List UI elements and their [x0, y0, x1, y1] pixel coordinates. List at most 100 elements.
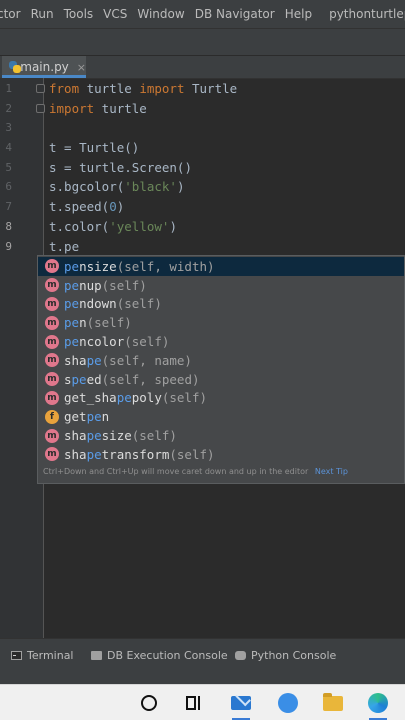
match-highlight: pe: [64, 334, 80, 350]
line-number: 3: [5, 121, 12, 134]
terminal-tab[interactable]: Terminal: [11, 649, 74, 662]
name-part: get: [64, 409, 87, 425]
completion-popup[interactable]: m pensize (self, width) m penup (self) m pendow…: [37, 255, 405, 484]
match-highlight: pe: [71, 371, 87, 387]
completion-item[interactable]: m pensize (self, width): [38, 257, 404, 276]
menu-run[interactable]: Run: [26, 7, 59, 21]
method-icon: m: [45, 278, 59, 293]
file-explorer-icon[interactable]: [319, 689, 347, 717]
match-highlight: pe: [64, 296, 80, 312]
code-token: 'yellow': [109, 219, 170, 234]
completion-name: shapetransform: [64, 447, 169, 462]
completion-signature: (self): [169, 446, 215, 462]
code-token: import: [49, 101, 95, 116]
menu-help[interactable]: Help: [280, 7, 317, 21]
completion-item[interactable]: m pencolor (self): [38, 332, 404, 351]
completion-name: shapesize: [64, 428, 132, 443]
code-line: from turtle import Turtle: [49, 79, 237, 98]
completion-item[interactable]: m shapetransform (self): [38, 445, 404, 464]
match-highlight: pe: [64, 258, 80, 274]
hint-text: Ctrl+Down and Ctrl+Up will move caret do…: [43, 467, 309, 476]
line-number: 8: [5, 220, 12, 233]
completion-signature: (self): [124, 334, 170, 350]
code-token: 'black': [124, 179, 177, 194]
method-icon: m: [45, 296, 59, 311]
mail-icon[interactable]: [227, 689, 255, 720]
match-highlight: pe: [86, 428, 102, 444]
completion-item[interactable]: m pendown (self): [38, 295, 404, 314]
edge-beta-icon[interactable]: [274, 689, 302, 717]
completion-signature: (self, speed): [101, 371, 200, 387]
code-token: s.bgcolor(: [49, 179, 125, 194]
completion-item[interactable]: m shapesize (self): [38, 426, 404, 445]
line-number: 4: [5, 141, 12, 154]
code-token: from: [49, 81, 80, 96]
menu-db-navigator[interactable]: DB Navigator: [190, 7, 280, 21]
task-view-icon[interactable]: [180, 689, 208, 717]
line-number: 1: [5, 82, 12, 95]
method-icon: m: [45, 353, 59, 368]
code-line: t.speed(0): [49, 197, 124, 216]
method-icon: m: [45, 315, 59, 330]
code-token: ): [116, 199, 125, 214]
db-execution-console-tab[interactable]: DB Execution Console: [91, 649, 228, 662]
code-token: turtle: [94, 101, 147, 116]
code-token: turtle: [79, 81, 140, 96]
code-token: Turtle: [184, 81, 238, 96]
menu-window[interactable]: Window: [132, 7, 189, 21]
menu-tools[interactable]: Tools: [59, 7, 99, 21]
completion-signature: (self, width): [116, 258, 215, 274]
completion-item[interactable]: m get_shapepoly (self): [38, 389, 404, 408]
name-part: ndown: [79, 296, 117, 312]
completion-signature: (self): [116, 296, 162, 312]
name-part: ed: [86, 371, 102, 387]
completion-item[interactable]: m speed (self, speed): [38, 370, 404, 389]
code-token: import: [139, 81, 185, 96]
completion-signature: (self): [101, 277, 147, 293]
completion-signature: (self): [161, 390, 208, 406]
close-icon[interactable]: ×: [77, 61, 86, 74]
terminal-label: Terminal: [27, 649, 74, 662]
completion-item[interactable]: m pen (self): [38, 313, 404, 332]
method-icon: m: [45, 259, 59, 274]
completion-name: pen: [64, 315, 87, 330]
db-console-label: DB Execution Console: [107, 649, 228, 662]
name-part: transform: [101, 446, 170, 462]
completion-name: shape: [64, 353, 102, 368]
code-line: import turtle: [49, 99, 147, 118]
completion-item[interactable]: f getpen: [38, 407, 404, 426]
line-number: 7: [5, 200, 12, 213]
edge-icon[interactable]: [364, 689, 392, 720]
tab-main-py[interactable]: main.py ×: [2, 56, 86, 78]
code-token: t.color(: [49, 219, 110, 234]
next-tip-link[interactable]: Next Tip: [315, 467, 348, 476]
line-number-current: 9: [5, 240, 12, 253]
python-console-tab[interactable]: Python Console: [235, 649, 336, 662]
name-part: sha: [64, 352, 87, 368]
line-number: 5: [5, 161, 12, 174]
name-part: nsize: [79, 258, 117, 274]
code-token: 0: [109, 199, 117, 214]
code-token: ): [169, 219, 177, 234]
menu-bar: ctor Run Tools VCS Window DB Navigator H…: [0, 0, 405, 29]
name-part: sha: [64, 446, 87, 462]
match-highlight: pe: [64, 315, 80, 331]
code-token: ): [176, 179, 185, 194]
completion-signature: (self): [131, 428, 177, 444]
line-number: 2: [5, 102, 12, 115]
completion-name: getpen: [64, 409, 109, 424]
menu-refactor[interactable]: ctor: [0, 7, 26, 21]
name-part: ncolor: [79, 334, 125, 350]
windows-taskbar: [0, 684, 405, 720]
name-part: size: [101, 428, 132, 444]
python-console-label: Python Console: [251, 649, 337, 662]
terminal-icon: [11, 651, 22, 660]
menu-vcs[interactable]: VCS: [98, 7, 132, 21]
search-icon[interactable]: [135, 689, 163, 717]
method-icon: m: [45, 334, 59, 349]
completion-name: get_shapepoly: [64, 390, 162, 405]
completion-item[interactable]: m shape (self, name): [38, 351, 404, 370]
completion-item[interactable]: m penup (self): [38, 276, 404, 295]
code-token: t.speed(: [49, 199, 110, 214]
match-highlight: pe: [86, 352, 102, 368]
